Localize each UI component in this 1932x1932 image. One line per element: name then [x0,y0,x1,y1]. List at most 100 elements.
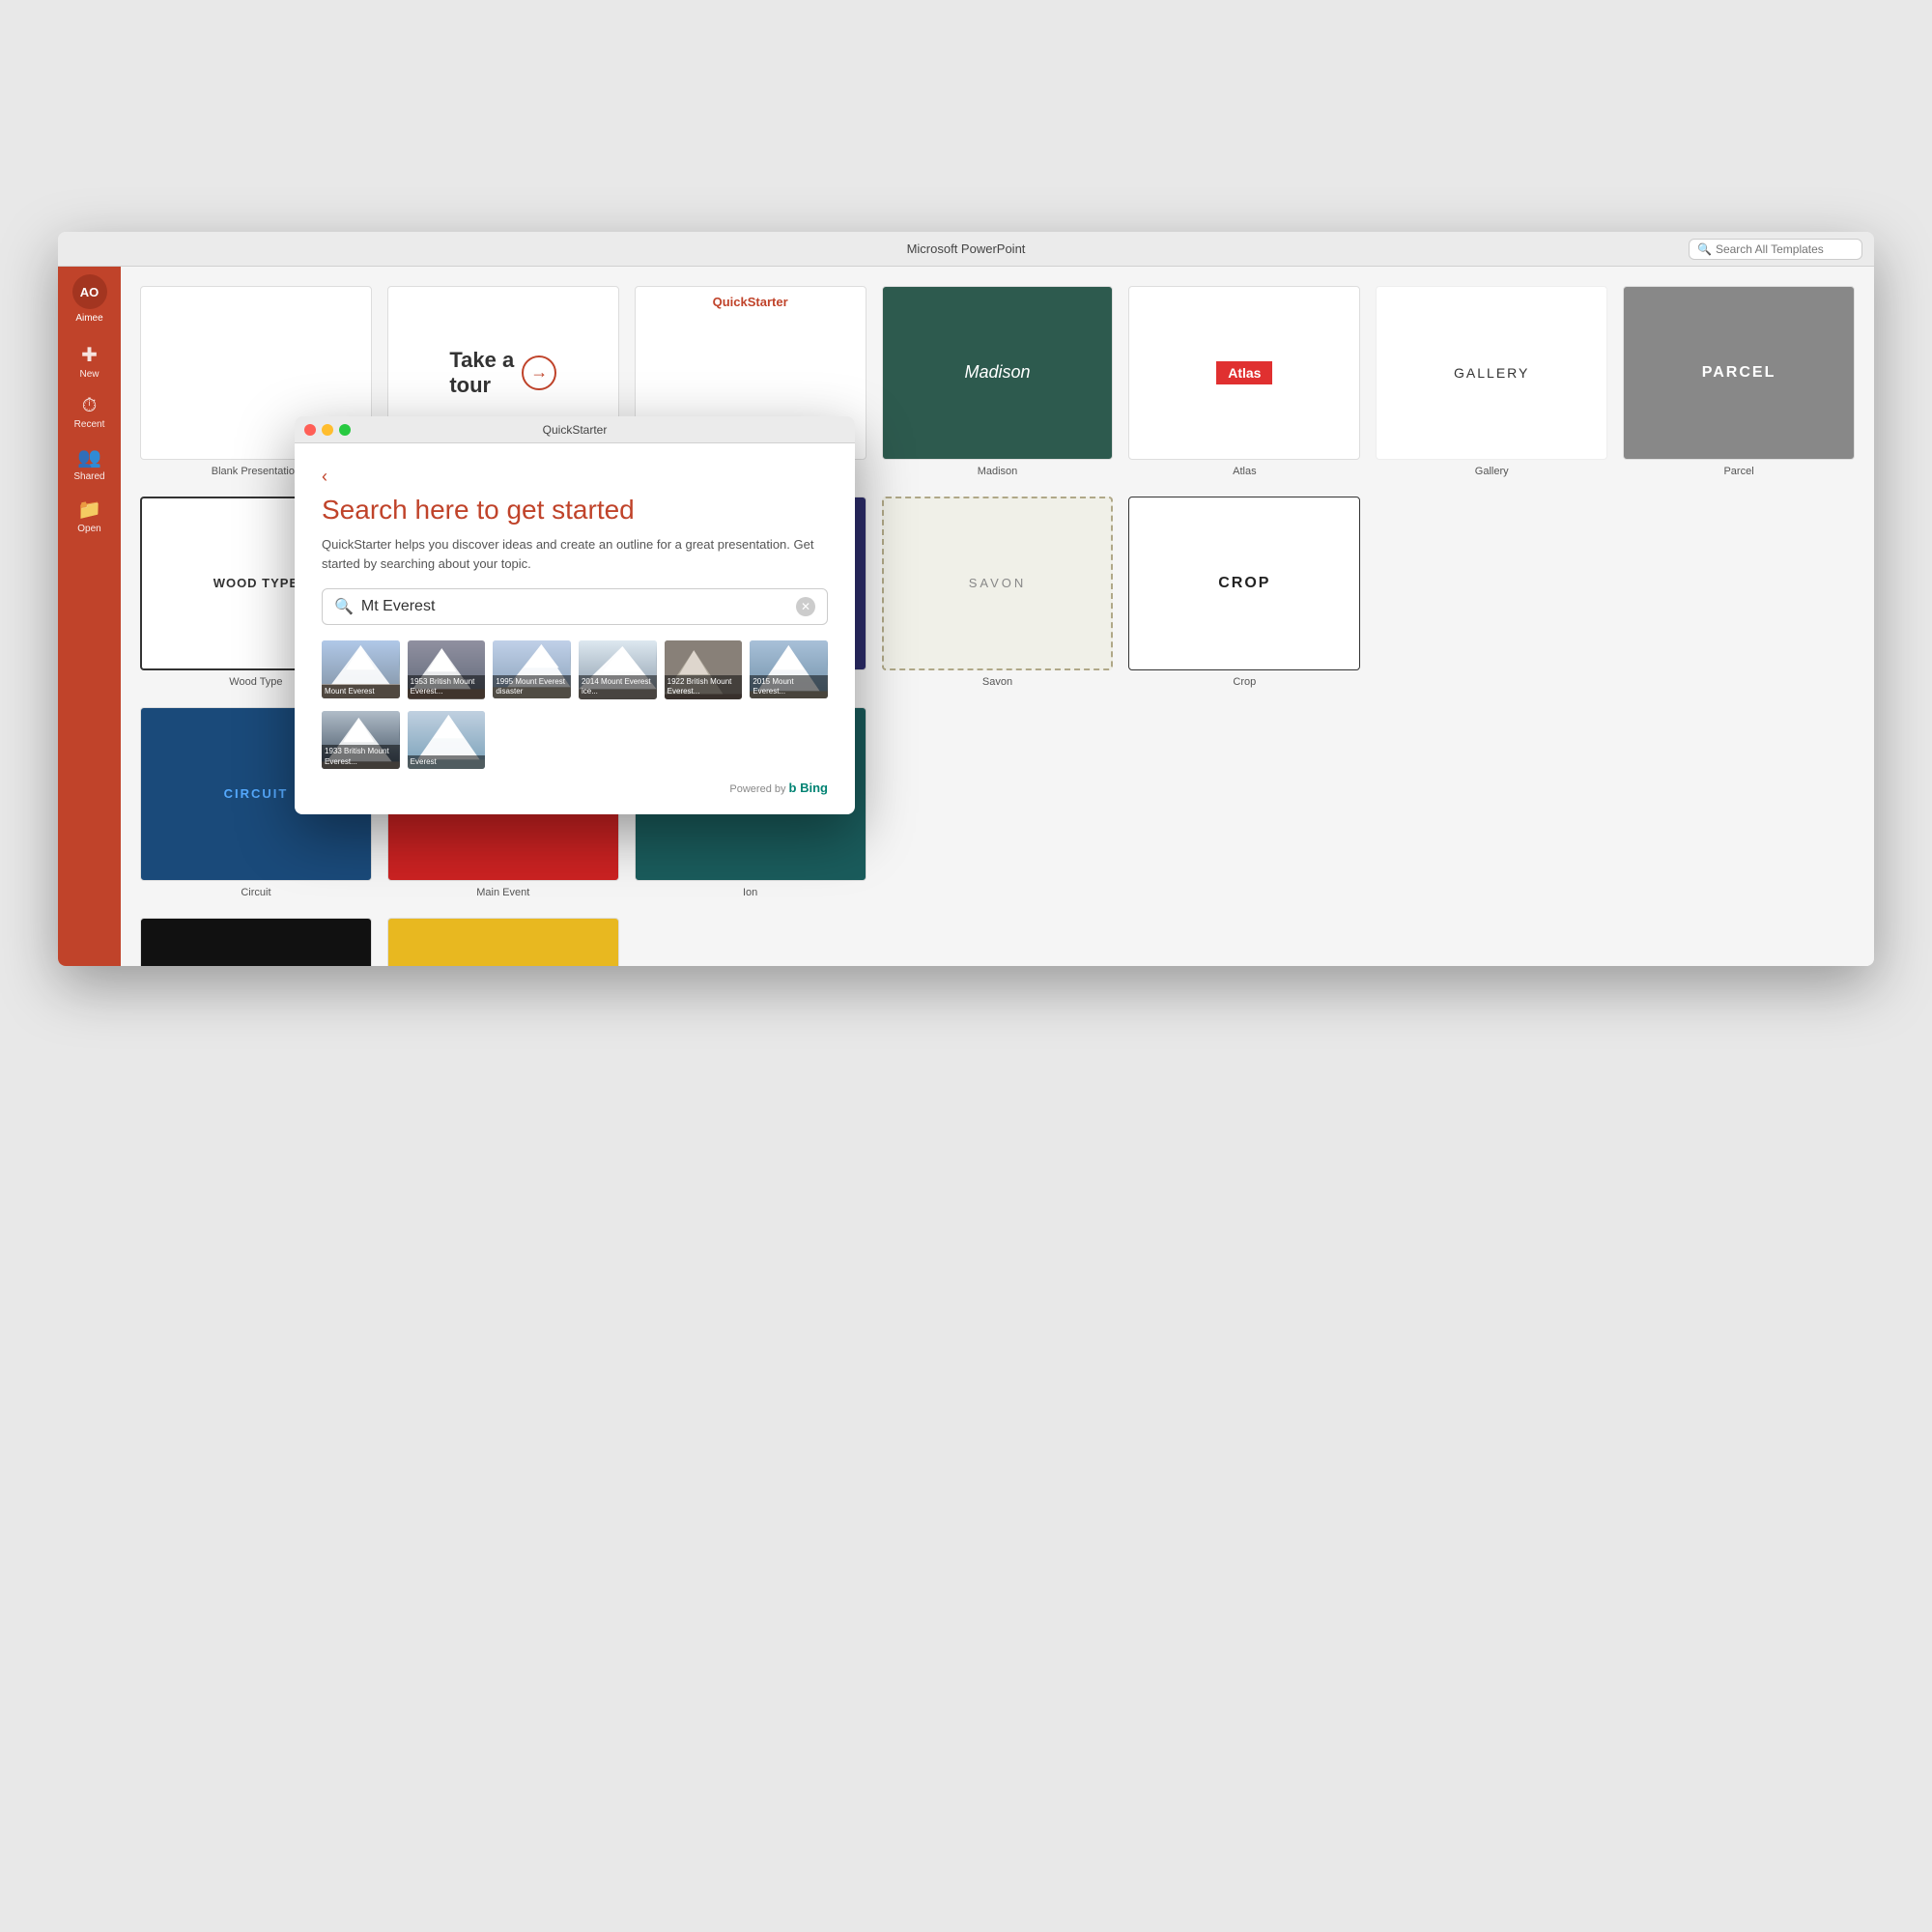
thumb-mesh: MESH [140,918,372,966]
maximize-button[interactable] [339,424,351,436]
app-window: Microsoft PowerPoint 🔍 AO Aimee ✚ New ⏱ … [58,232,1874,966]
caption-1: Mount Everest [322,685,400,698]
label-main-event: Main Event [476,887,529,898]
qs-description: QuickStarter helps you discover ideas an… [322,535,828,573]
everest-img-2: 1953 British Mount Everest... [408,640,486,699]
everest-img-7: 1933 British Mount Everest... [322,711,400,769]
modal-titlebar: QuickStarter [295,416,855,443]
app-body: AO Aimee ✚ New ⏱ Recent 👥 Shared 📁 Open [58,267,1874,966]
main-content: Blank Presentation Take a tour → Welcome… [121,267,1874,966]
traffic-lights [304,424,351,436]
qs-results-grid: Mount Everest [322,640,828,703]
user-name: Aimee [75,313,102,324]
bing-logo: b Bing [789,781,828,795]
sidebar: AO Aimee ✚ New ⏱ Recent 👥 Shared 📁 Open [58,267,121,966]
caption-4: 2014 Mount Everest ice... [579,675,657,699]
result-1922[interactable]: 1922 British Mount Everest... [665,640,743,703]
template-crop[interactable]: CROP Crop [1128,497,1360,688]
search-bar[interactable]: 🔍 [1689,239,1862,260]
close-button[interactable] [304,424,316,436]
minimize-button[interactable] [322,424,333,436]
modal-body: ‹ Search here to get started QuickStarte… [295,443,855,814]
caption-7: 1933 British Mount Everest... [322,745,400,769]
result-thumb-8: Everest [408,711,486,770]
label-gallery: Gallery [1475,466,1509,477]
title-bar-title: Microsoft PowerPoint [907,242,1026,256]
shared-icon: 👥 [77,445,101,469]
result-everest[interactable]: Everest [408,711,486,774]
result-mount-everest[interactable]: Mount Everest [322,640,400,703]
new-icon: ✚ [81,343,98,367]
powered-by: Powered by b Bing [322,781,828,795]
sidebar-label-new: New [79,369,99,380]
result-2015[interactable]: 2015 Mount Everest... [750,640,828,703]
qs-results-grid-2: 1933 British Mount Everest... [322,711,828,774]
template-parcel[interactable]: PARCEL Parcel [1623,286,1855,477]
title-bar: Microsoft PowerPoint 🔍 [58,232,1874,267]
sidebar-label-open: Open [77,524,100,534]
atlas-inner: Atlas [1216,361,1272,384]
result-1953[interactable]: 1953 British Mount Everest... [408,640,486,703]
result-1995[interactable]: 1995 Mount Everest disaster [493,640,571,703]
template-madison[interactable]: Madison Madison [882,286,1114,477]
result-thumb-2: 1953 British Mount Everest... [408,640,486,699]
result-thumb-6: 2015 Mount Everest... [750,640,828,698]
open-icon: 📁 [77,497,101,522]
tour-arrow-icon: → [522,355,556,390]
caption-5: 1922 British Mount Everest... [665,675,743,699]
thumb-badge: BADGE [387,918,619,966]
everest-img-1: Mount Everest [322,640,400,698]
thumb-madison: Madison [882,286,1114,460]
everest-img-8: Everest [408,711,486,770]
search-input[interactable] [1716,242,1854,256]
result-thumb-3: 1995 Mount Everest disaster [493,640,571,698]
back-button[interactable]: ‹ [322,467,327,487]
sidebar-label-recent: Recent [74,419,105,430]
template-mesh[interactable]: MESH Mesh [140,918,372,966]
everest-img-3: 1995 Mount Everest disaster [493,640,571,698]
qs-clear-button[interactable]: ✕ [796,597,815,616]
label-parcel: Parcel [1723,466,1753,477]
label-ion: Ion [743,887,757,898]
templates-row4: MESH Mesh BADGE Badge [140,918,1855,966]
template-savon[interactable]: SAVON Savon [882,497,1114,688]
caption-6: 2015 Mount Everest... [750,675,828,699]
result-1933[interactable]: 1933 British Mount Everest... [322,711,400,774]
template-atlas[interactable]: Atlas Atlas [1128,286,1360,477]
label-madison: Madison [978,466,1018,477]
sidebar-item-recent[interactable]: ⏱ Recent [58,387,121,438]
caption-2: 1953 British Mount Everest... [408,675,486,699]
everest-img-5: 1922 British Mount Everest... [665,640,743,699]
qs-search-bar[interactable]: 🔍 ✕ [322,588,828,625]
label-crop: Crop [1233,676,1256,688]
label-savon: Savon [982,676,1012,688]
tour-text: Take a tour [449,348,514,399]
thumb-savon: SAVON [882,497,1114,670]
sidebar-label-shared: Shared [73,471,104,482]
thumb-parcel: PARCEL [1623,286,1855,460]
label-woodtype: Wood Type [229,676,282,688]
sidebar-item-new[interactable]: ✚ New [58,335,121,387]
thumb-atlas: Atlas [1128,286,1360,460]
result-thumb-7: 1933 British Mount Everest... [322,711,400,769]
template-gallery[interactable]: GALLERY Gallery [1376,286,1607,477]
sidebar-item-shared[interactable]: 👥 Shared [58,438,121,490]
sidebar-item-open[interactable]: 📁 Open [58,490,121,542]
template-badge[interactable]: BADGE Badge [387,918,619,966]
qs-label: QuickStarter [713,295,788,309]
qs-search-input[interactable] [361,598,788,615]
qs-search-icon: 🔍 [334,597,354,616]
quickstarter-modal: QuickStarter ‹ Search here to get starte… [295,416,855,814]
recent-icon: ⏱ [82,395,98,417]
search-icon: 🔍 [1697,242,1712,256]
result-thumb-4: 2014 Mount Everest ice... [579,640,657,699]
modal-title: QuickStarter [543,423,608,437]
caption-8: Everest [408,755,486,769]
everest-img-4: 2014 Mount Everest ice... [579,640,657,699]
result-2014[interactable]: 2014 Mount Everest ice... [579,640,657,703]
thumb-gallery: GALLERY [1376,286,1607,460]
label-blank: Blank Presentation [212,466,300,477]
label-circuit: Circuit [241,887,270,898]
everest-img-6: 2015 Mount Everest... [750,640,828,698]
label-atlas: Atlas [1233,466,1256,477]
